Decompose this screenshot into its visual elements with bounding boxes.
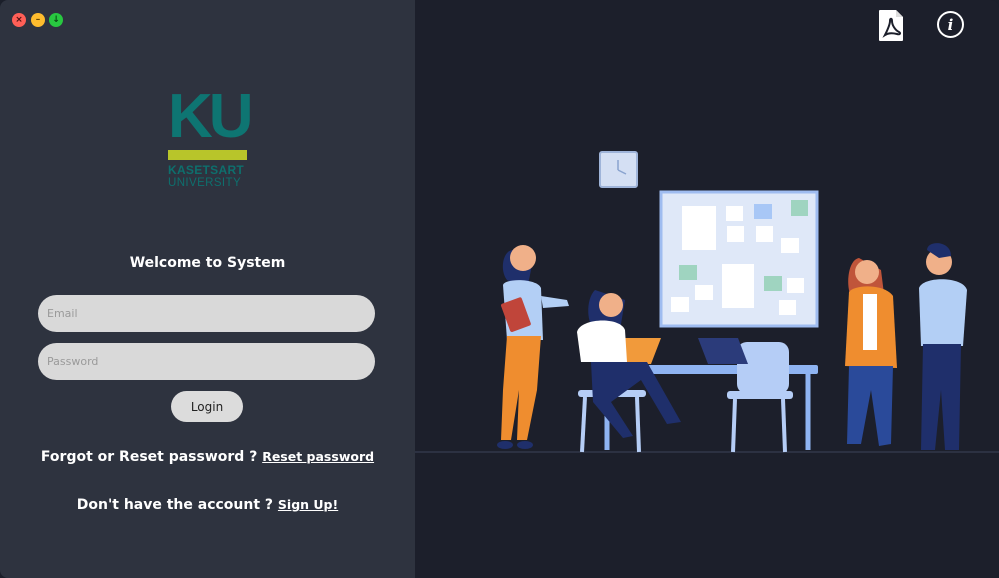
app-window: × – ↓ KU KASETSART UNIVERSITY Welcome to… [0, 0, 999, 578]
logo-bar [168, 150, 247, 160]
logo-mark: KU [168, 82, 254, 151]
close-window-button[interactable]: × [12, 13, 26, 27]
logo-text-line1: KASETSART [168, 163, 245, 177]
email-field[interactable] [38, 295, 375, 332]
university-logo: KU KASETSART UNIVERSITY [168, 82, 254, 192]
forgot-password-text: Forgot or Reset password ? [40, 449, 258, 465]
minimize-window-button[interactable]: – [31, 13, 45, 27]
logo-text-line2: UNIVERSITY [168, 177, 242, 189]
info-icon[interactable]: i [937, 11, 964, 38]
pdf-icon[interactable] [878, 9, 904, 42]
maximize-window-button[interactable]: ↓ [49, 13, 63, 27]
signup-row: Don't have the account ? Sign Up! [0, 497, 415, 513]
signup-text: Don't have the account ? [76, 497, 274, 513]
welcome-title: Welcome to System [129, 255, 286, 271]
password-field[interactable] [38, 343, 375, 380]
login-panel: × – ↓ KU KASETSART UNIVERSITY Welcome to… [0, 0, 415, 578]
forgot-password-row: Forgot or Reset password ? Reset passwor… [0, 449, 415, 465]
reset-password-link[interactable]: Reset password [262, 449, 374, 464]
office-illustration [415, 151, 999, 453]
login-button[interactable]: Login [171, 391, 243, 422]
info-glyph: i [947, 15, 954, 34]
sign-up-link[interactable]: Sign Up! [278, 497, 338, 512]
